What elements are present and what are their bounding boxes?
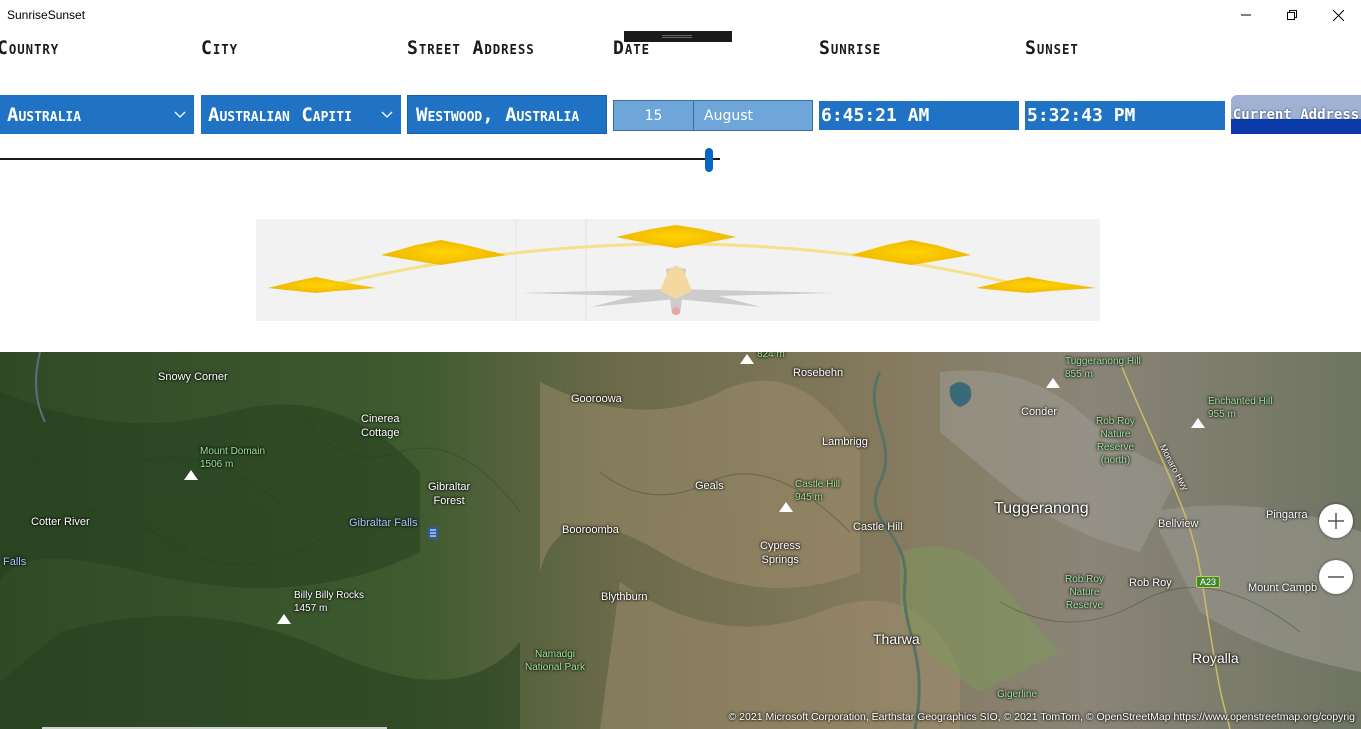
- map-label: Rosebehn: [793, 367, 844, 379]
- map-label: Mount Domain 1506 m: [200, 446, 266, 470]
- plus-icon: [1328, 513, 1344, 529]
- country-combobox[interactable]: Australia: [0, 95, 194, 134]
- map-label: Cotter River: [31, 516, 90, 528]
- title-bar: SunriseSunset: [0, 0, 1361, 30]
- date-month[interactable]: August: [694, 101, 812, 130]
- map-view[interactable]: Snowy Corner Cinerea Cottage Mount Domai…: [0, 352, 1361, 729]
- city-header: City: [201, 37, 238, 59]
- peak-icon: [184, 470, 198, 480]
- drag-handle[interactable]: [624, 31, 732, 42]
- peak-icon: [1191, 418, 1205, 428]
- zoom-out-button[interactable]: [1319, 560, 1353, 594]
- map-label: Tharwa: [873, 631, 920, 647]
- map-label: Cinerea Cottage: [361, 413, 400, 440]
- map-label: Snowy Corner: [158, 371, 228, 383]
- sunset-header: Sunset: [1025, 37, 1079, 59]
- peak-icon: [277, 614, 291, 624]
- sun-arc-illustration: [268, 219, 1096, 321]
- minus-icon: [1328, 576, 1344, 578]
- slider-track: [0, 158, 720, 160]
- map-label: Gibraltar Forest: [428, 481, 471, 508]
- map-label: Geals: [695, 480, 724, 492]
- map-label: Falls: [3, 556, 27, 568]
- map-label: Tuggeranong: [994, 500, 1089, 517]
- date-picker[interactable]: 15 August: [613, 100, 813, 131]
- zoom-in-button[interactable]: [1319, 504, 1353, 538]
- map-label: Billy Billy Rocks 1457 m: [294, 590, 365, 614]
- restore-icon: [1287, 10, 1297, 20]
- peak-icon: [740, 354, 754, 364]
- sunrise-time: 6:45:21 AM: [819, 101, 1019, 130]
- city-combobox[interactable]: Australian Capiti: [201, 95, 401, 134]
- map-copyright: © 2021 Microsoft Corporation, Earthstar …: [728, 711, 1355, 723]
- street-address-value: Westwood, Australia: [416, 103, 580, 126]
- map-label: Cypress Springs: [760, 540, 801, 567]
- map-label: Rob Roy Nature Reserve: [1065, 574, 1104, 611]
- sunrise-header: Sunrise: [819, 37, 882, 59]
- sun-path-graphic: [256, 219, 1100, 321]
- street-address-input[interactable]: Westwood, Australia: [407, 95, 607, 134]
- map-label: Gooroowa: [571, 393, 622, 405]
- satellite-imagery: [0, 352, 1361, 729]
- app-window: SunriseSunset Country City Street Addres…: [0, 0, 1361, 729]
- current-address-button[interactable]: Current Address: [1231, 95, 1361, 134]
- time-slider[interactable]: [0, 146, 730, 172]
- map-label: Castle Hill: [853, 521, 903, 533]
- date-day[interactable]: 15: [614, 101, 694, 130]
- map-label: Gigerline: [997, 689, 1038, 700]
- map-label: Pingarra: [1266, 509, 1308, 521]
- map-label: 824 m: [757, 352, 785, 360]
- map-label: Gibraltar Falls: [349, 517, 418, 529]
- map-label: Lambrigg: [822, 436, 868, 448]
- country-header: Country: [0, 37, 60, 59]
- map-label: Enchanted Hill 955 m: [1208, 396, 1273, 420]
- maximize-button[interactable]: [1269, 0, 1315, 30]
- map-label: Conder: [1021, 406, 1058, 418]
- chevron-down-icon: [373, 111, 401, 119]
- peak-icon: [1046, 378, 1060, 388]
- map-label: Namadgi National Park: [525, 649, 586, 673]
- map-label: Castle Hill 945 m: [795, 479, 841, 503]
- map-label: Tuggeranong Hill 855 m: [1065, 356, 1141, 380]
- map-label: Rob Roy Nature Reserve (north): [1096, 416, 1135, 466]
- minimize-icon: [1241, 14, 1251, 16]
- map-label: Mount Campb: [1248, 582, 1318, 594]
- map-label: Bellview: [1158, 518, 1199, 530]
- minimize-button[interactable]: [1223, 0, 1269, 30]
- sunset-time: 5:32:43 PM: [1025, 101, 1225, 130]
- street-address-header: Street Address: [407, 37, 535, 59]
- window-title: SunriseSunset: [7, 8, 86, 22]
- map-label: Royalla: [1192, 650, 1239, 666]
- map-label: Rob Roy: [1129, 577, 1172, 589]
- waterfall-icon: [428, 524, 438, 539]
- close-button[interactable]: [1315, 0, 1361, 30]
- map-label: Blythburn: [601, 591, 648, 603]
- chevron-down-icon: [166, 111, 194, 119]
- slider-thumb[interactable]: [705, 148, 713, 172]
- country-value: Australia: [7, 103, 82, 126]
- peak-icon: [779, 502, 793, 512]
- map-label: Booroomba: [562, 524, 619, 536]
- road-a23-badge: A23: [1196, 576, 1221, 588]
- close-icon: [1332, 9, 1344, 21]
- city-value: Australian Capiti: [208, 103, 352, 126]
